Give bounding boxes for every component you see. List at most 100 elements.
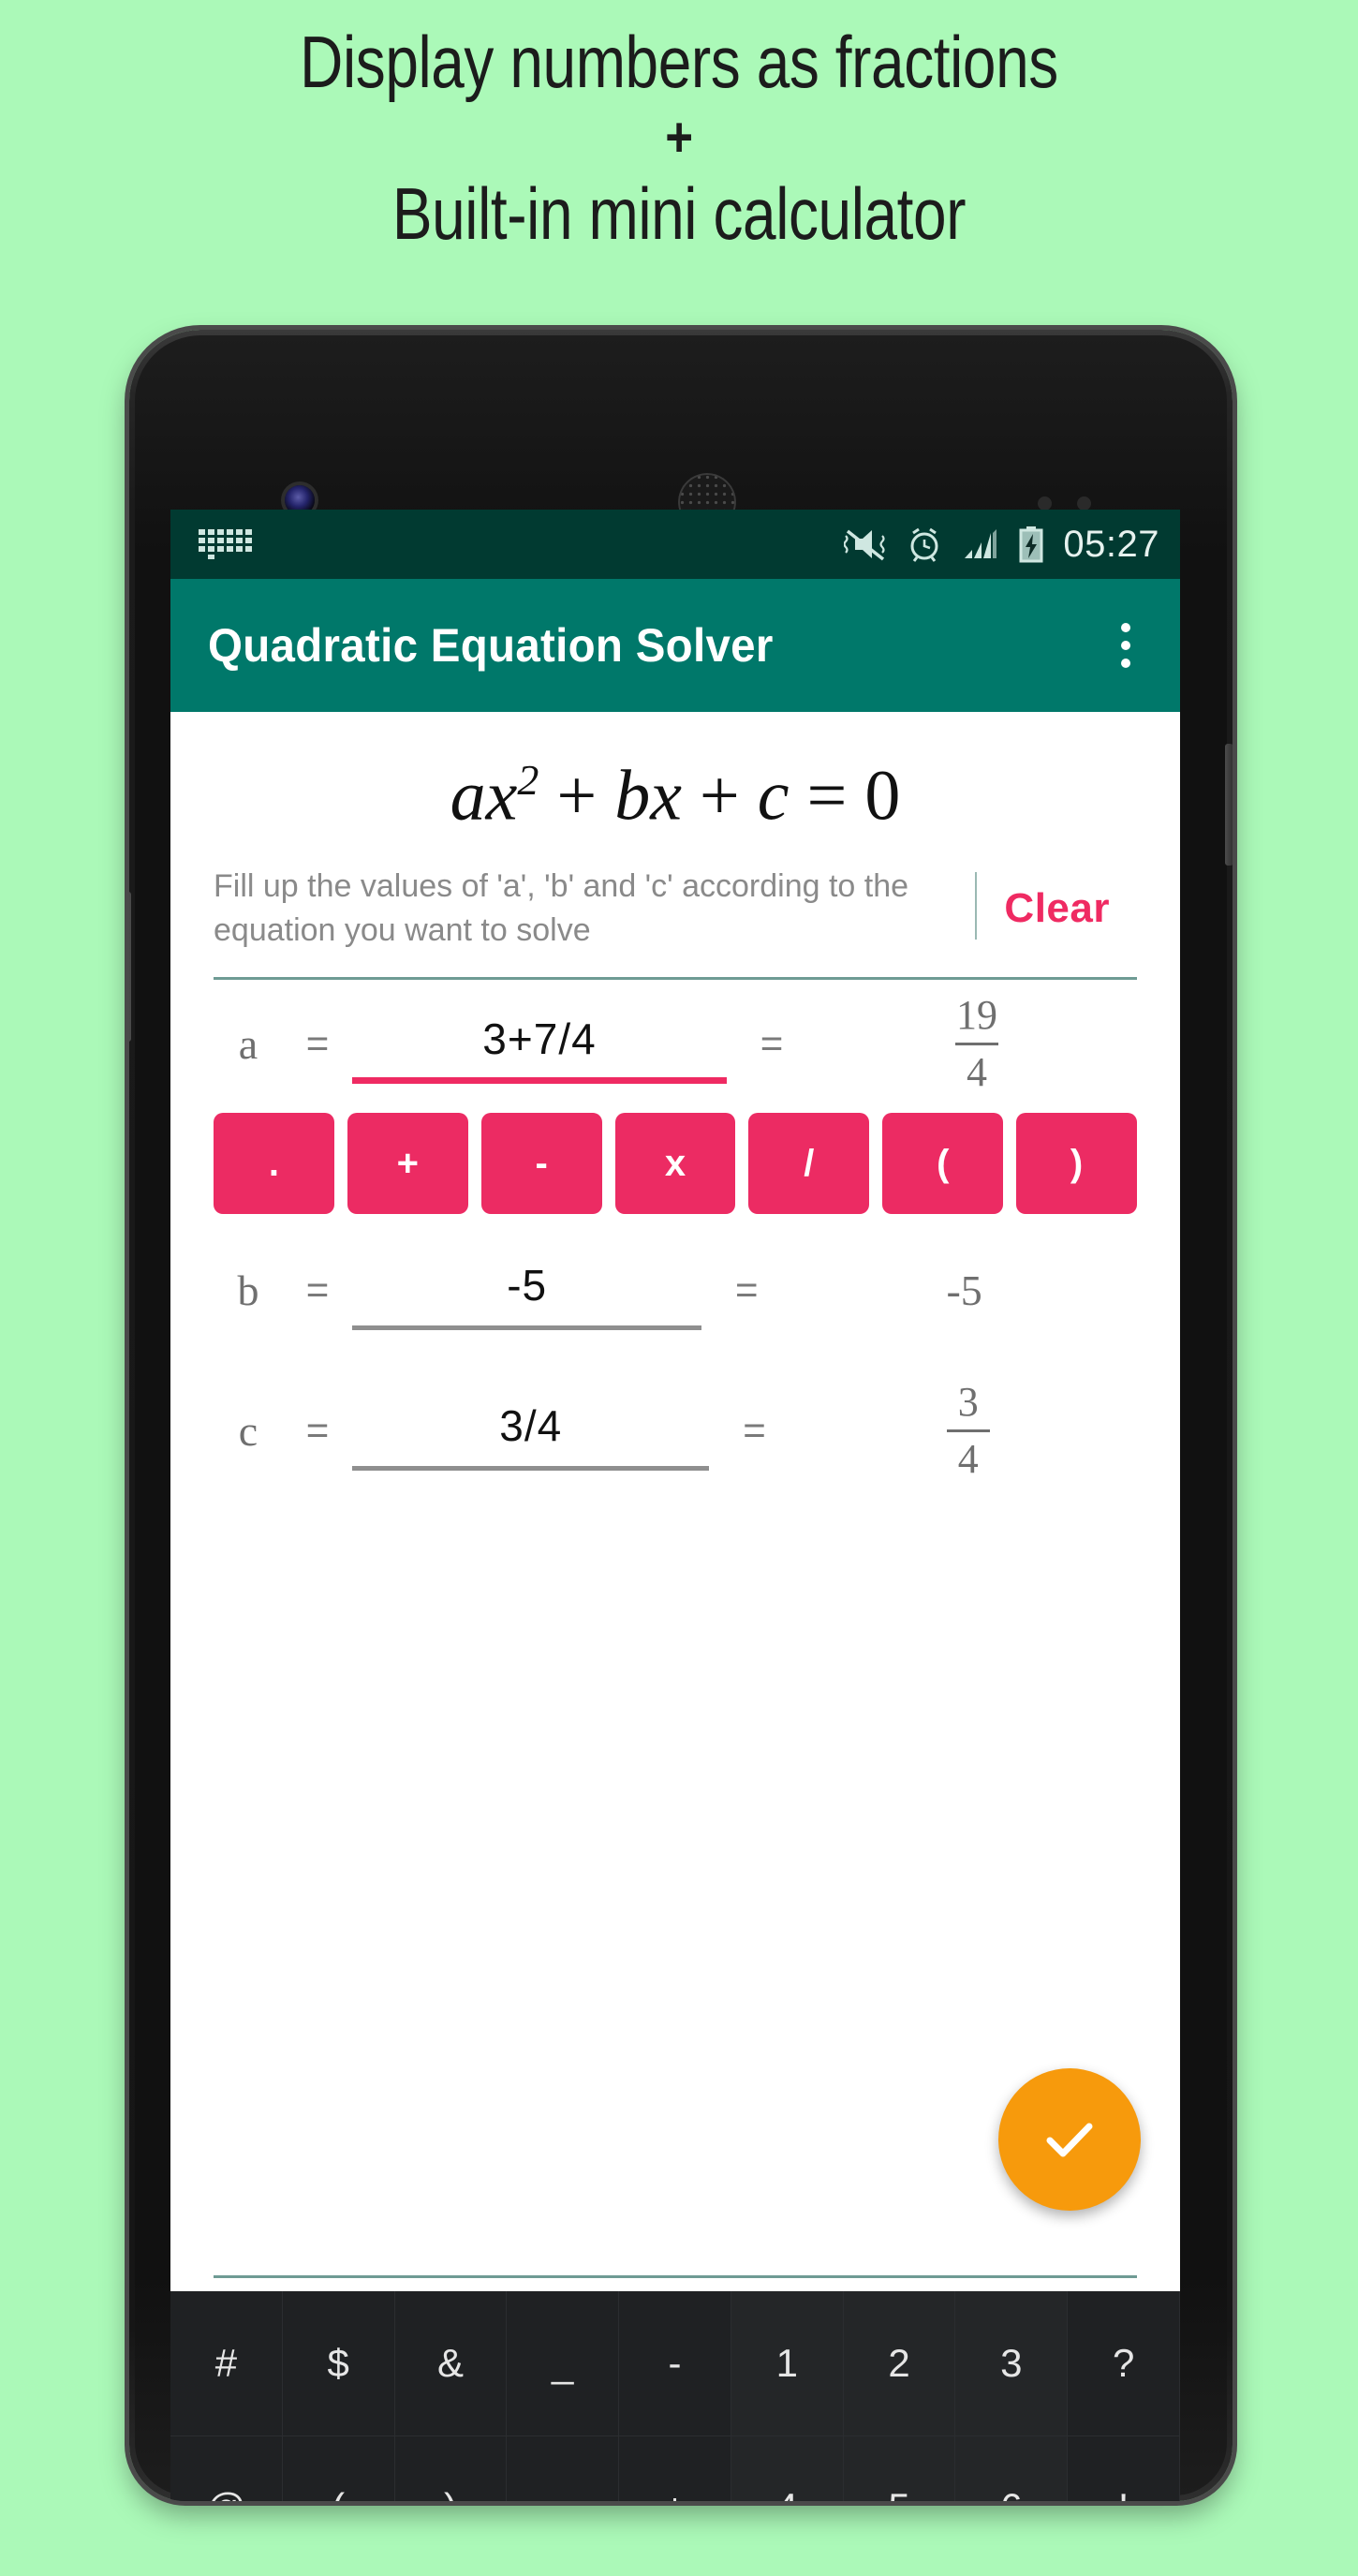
key-paren-close[interactable]: ) — [394, 2435, 508, 2501]
key-6[interactable]: 6 — [955, 2435, 1069, 2501]
fraction-bar-c — [946, 1429, 990, 1432]
variable-input-underline-b — [352, 1325, 702, 1331]
operator-key-minus[interactable]: - — [480, 1113, 602, 1215]
proximity-sensor-icon — [1038, 496, 1052, 511]
operator-key-multiply[interactable]: x — [614, 1113, 736, 1215]
status-bar-right: 05:27 — [844, 524, 1159, 566]
phone-device-frame: 05:27 Quadratic Equation Solver ax2 + bx… — [129, 330, 1233, 2501]
fraction-c: 3 4 — [946, 1378, 990, 1482]
key-at[interactable]: @ — [170, 2435, 283, 2501]
equation-term-a: ax — [450, 756, 518, 836]
clear-button-wrap: Clear — [977, 865, 1137, 953]
signal-bars-icon — [965, 529, 997, 558]
key-2[interactable]: 2 — [843, 2291, 956, 2436]
volume-button[interactable] — [129, 892, 131, 1042]
key-plus[interactable]: + — [619, 2435, 731, 2501]
operator-key-row: . + - x / ( ) — [170, 1107, 1180, 1220]
keyboard-row-2: @ ( ) = + 4 5 6 ! — [170, 2435, 1181, 2501]
key-question[interactable]: ? — [1068, 2291, 1181, 2436]
variable-result-equals-a: = — [760, 1021, 784, 1066]
promo-header: Display numbers as fractions + Built-in … — [0, 0, 1358, 259]
variable-result-equals-c: = — [743, 1408, 766, 1453]
app-title: Quadratic Equation Solver — [208, 619, 774, 672]
variable-equals-a: = — [305, 1021, 330, 1066]
variable-input-underline-a — [352, 1077, 727, 1085]
operator-key-dot[interactable]: . — [214, 1113, 334, 1215]
alarm-clock-icon — [910, 527, 938, 562]
variable-row-b: b = -5 = -5 — [170, 1220, 1180, 1360]
variable-row-c: c = 3/4 = 3 4 — [170, 1360, 1180, 1501]
variable-label-b: b — [237, 1266, 259, 1314]
app-bar: Quadratic Equation Solver — [170, 579, 1180, 712]
fraction-numerator-c: 3 — [957, 1378, 979, 1425]
operator-key-paren-open[interactable]: ( — [882, 1113, 1004, 1215]
equation-zero: 0 — [864, 756, 901, 836]
fraction-denominator-a: 4 — [967, 1048, 987, 1095]
key-hash[interactable]: # — [170, 2291, 283, 2436]
key-exclamation[interactable]: ! — [1068, 2435, 1181, 2501]
variable-input-a[interactable]: 3+7/4 — [352, 992, 727, 1095]
key-equals[interactable]: = — [507, 2435, 620, 2501]
phone-screen: 05:27 Quadratic Equation Solver ax2 + bx… — [170, 510, 1180, 2291]
fraction-denominator-c: 4 — [957, 1435, 979, 1482]
promo-headline-2: Built-in mini calculator — [391, 172, 967, 255]
key-underscore[interactable]: _ — [507, 2291, 620, 2436]
check-icon — [1046, 2123, 1093, 2157]
power-button[interactable] — [1225, 744, 1233, 866]
variable-input-underline-c — [352, 1466, 710, 1472]
hint-text: Fill up the values of 'a', 'b' and 'c' a… — [214, 868, 909, 949]
variable-result-equals-b: = — [735, 1267, 759, 1312]
equation-term-b: bx — [614, 756, 682, 836]
battery-charging-icon — [1019, 526, 1043, 563]
fraction-numerator-a: 19 — [956, 991, 997, 1038]
light-sensor-icon — [1077, 496, 1091, 511]
variable-label-a: a — [238, 1019, 258, 1068]
key-5[interactable]: 5 — [844, 2435, 956, 2501]
variable-input-b[interactable]: -5 — [352, 1238, 702, 1341]
operator-key-divide[interactable]: / — [748, 1113, 870, 1215]
volume-muted-vibrate-icon — [844, 529, 885, 561]
variable-row-a: a = 3+7/4 = 19 4 — [170, 980, 1180, 1107]
solve-fab-button[interactable] — [998, 2068, 1141, 2211]
android-status-bar: 05:27 — [170, 510, 1180, 579]
clear-button[interactable]: Clear — [1004, 885, 1110, 932]
operator-key-plus[interactable]: + — [347, 1113, 468, 1215]
variable-result-b: -5 — [946, 1266, 982, 1314]
variable-equals-b: = — [305, 1267, 330, 1312]
equation-exponent: 2 — [517, 756, 539, 804]
variable-result-c: 3 4 — [799, 1378, 1137, 1482]
promo-headline-1: Display numbers as fractions — [300, 21, 1058, 103]
variable-input-value-b: -5 — [507, 1261, 548, 1310]
variable-input-c[interactable]: 3/4 — [352, 1379, 710, 1482]
fraction-a: 19 4 — [955, 991, 998, 1095]
variable-label-c: c — [238, 1406, 258, 1455]
hint-row: Fill up the values of 'a', 'b' and 'c' a… — [170, 851, 1180, 953]
content-bottom-divider — [214, 2275, 1137, 2278]
overflow-menu-icon[interactable] — [1100, 612, 1152, 679]
android-soft-keyboard: # $ & _ - 1 2 3 ? @ ( ) = + 4 5 6 ! — [170, 2291, 1181, 2501]
key-hyphen[interactable]: - — [619, 2291, 731, 2436]
equation-plus-1: + — [556, 756, 598, 836]
equation-equals: = — [806, 756, 848, 836]
promo-screenshot-page: Display numbers as fractions + Built-in … — [0, 0, 1358, 2576]
variable-input-value-a: 3+7/4 — [482, 1014, 597, 1064]
promo-plus-symbol: + — [665, 106, 693, 169]
key-paren-open[interactable]: ( — [282, 2435, 395, 2501]
keyboard-icon — [199, 529, 252, 559]
main-content: ax2 + bx + c = 0 Fill up the values of '… — [170, 712, 1180, 2291]
fraction-bar-a — [955, 1042, 998, 1045]
key-ampersand[interactable]: & — [394, 2291, 508, 2436]
equation-plus-2: + — [699, 756, 740, 836]
variable-input-value-c: 3/4 — [499, 1401, 563, 1451]
key-4[interactable]: 4 — [731, 2435, 844, 2501]
keyboard-row-1: # $ & _ - 1 2 3 ? — [170, 2291, 1181, 2436]
key-3[interactable]: 3 — [955, 2291, 1069, 2436]
operator-key-paren-close[interactable]: ) — [1016, 1113, 1138, 1215]
status-bar-left — [199, 529, 844, 559]
key-dollar[interactable]: $ — [282, 2291, 395, 2436]
status-bar-clock: 05:27 — [1063, 523, 1159, 565]
variable-result-a: 19 4 — [817, 991, 1137, 1095]
quadratic-equation-display: ax2 + bx + c = 0 — [170, 712, 1180, 851]
variable-equals-c: = — [305, 1408, 330, 1453]
key-1[interactable]: 1 — [731, 2291, 844, 2436]
